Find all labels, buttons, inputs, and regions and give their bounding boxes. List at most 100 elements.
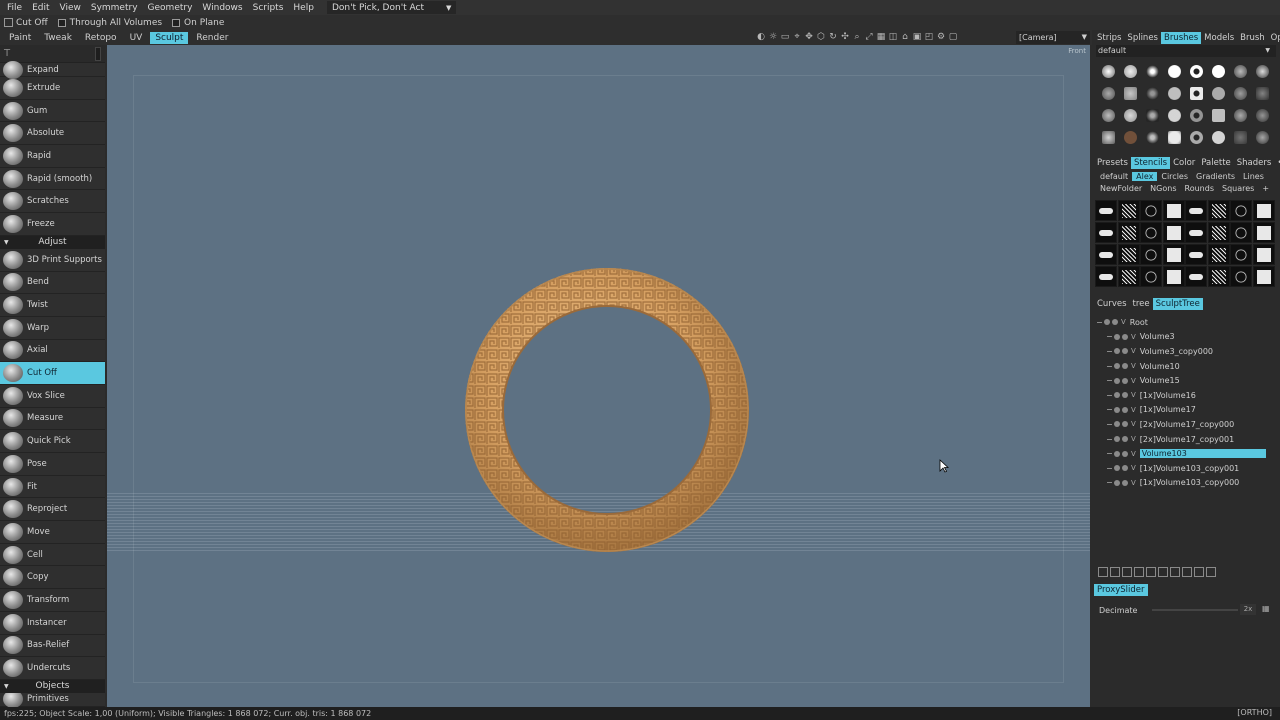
- tab-models[interactable]: Models: [1201, 32, 1237, 44]
- brush-thumbnail[interactable]: [1164, 61, 1184, 81]
- stencil-thumbnail[interactable]: [1117, 222, 1140, 243]
- eye-icon[interactable]: [1114, 363, 1120, 370]
- tool-instancer[interactable]: Instancer: [0, 611, 105, 635]
- visibility-icon[interactable]: [1122, 333, 1128, 340]
- brush-thumbnail[interactable]: [1186, 61, 1206, 81]
- tool-move[interactable]: Move: [0, 521, 105, 544]
- tab-palette[interactable]: Palette: [1198, 157, 1233, 169]
- move-up-icon[interactable]: [1170, 567, 1180, 577]
- tool-quick-pick[interactable]: Quick Pick: [0, 430, 105, 453]
- brush-thumbnail[interactable]: [1252, 83, 1272, 103]
- stencil-thumbnail[interactable]: [1140, 266, 1162, 287]
- tree-node[interactable]: V [1x]Volume16: [1092, 388, 1280, 403]
- instance-icon[interactable]: [1146, 567, 1156, 577]
- visibility-icon[interactable]: [1122, 436, 1128, 443]
- folder-item[interactable]: +: [1258, 184, 1273, 193]
- stencil-thumbnail[interactable]: [1117, 266, 1140, 287]
- visibility-icon[interactable]: [1122, 406, 1128, 413]
- ortho-icon[interactable]: ◫: [887, 31, 899, 43]
- stencil-thumbnail[interactable]: [1207, 266, 1230, 287]
- folder-squares[interactable]: Squares: [1218, 184, 1258, 193]
- home-icon[interactable]: ⌂: [899, 31, 911, 43]
- clone-icon[interactable]: [1158, 567, 1168, 577]
- tab-render[interactable]: Render: [191, 32, 233, 44]
- ring-model[interactable]: [462, 265, 752, 555]
- tool-cell[interactable]: Cell: [0, 543, 105, 567]
- eye-icon[interactable]: [1104, 319, 1110, 326]
- eye-icon[interactable]: [1114, 465, 1120, 472]
- eye-icon[interactable]: [1114, 392, 1120, 399]
- brush-thumbnail[interactable]: [1164, 105, 1184, 125]
- window-icon[interactable]: ▢: [947, 31, 959, 43]
- tool-fit[interactable]: Fit: [0, 475, 105, 499]
- tree-node[interactable]: V Volume103: [1092, 446, 1280, 461]
- stencil-thumbnail[interactable]: [1252, 200, 1275, 221]
- tool-rapid[interactable]: Rapid: [0, 145, 105, 168]
- stencil-thumbnail[interactable]: [1095, 200, 1117, 221]
- tool-absolute[interactable]: Absolute: [0, 122, 105, 146]
- tab-strips[interactable]: Strips: [1094, 32, 1124, 44]
- tab-splines[interactable]: Splines: [1124, 32, 1161, 44]
- tree-node[interactable]: V [1x]Volume103_copy000: [1092, 476, 1280, 491]
- add-volume-icon[interactable]: [1098, 567, 1108, 577]
- visibility-icon[interactable]: [1122, 348, 1128, 355]
- tab-uv[interactable]: UV: [125, 32, 148, 44]
- tool-3d-print-supports[interactable]: 3D Print Supports: [0, 248, 105, 272]
- stencil-thumbnail[interactable]: [1162, 222, 1185, 243]
- tab-brush[interactable]: Brush: [1237, 32, 1268, 44]
- tab-color[interactable]: Color: [1170, 157, 1198, 169]
- brush-thumbnail[interactable]: [1252, 105, 1272, 125]
- tool-bas-relief[interactable]: Bas-Relief: [0, 634, 105, 658]
- visibility-icon[interactable]: [1122, 421, 1128, 428]
- orbit-icon[interactable]: ↻: [827, 31, 839, 43]
- light-icon[interactable]: ☼: [767, 31, 779, 43]
- visibility-icon[interactable]: [1122, 465, 1128, 472]
- file-icon[interactable]: [1194, 567, 1204, 577]
- menu-help[interactable]: Help: [288, 3, 319, 13]
- brush-thumbnail[interactable]: [1098, 127, 1118, 147]
- camera-select[interactable]: [Camera] ▼: [1016, 31, 1090, 44]
- stencil-thumbnail[interactable]: [1117, 200, 1140, 221]
- folder-rounds[interactable]: Rounds: [1181, 184, 1218, 193]
- tool-bend[interactable]: Bend: [0, 271, 105, 295]
- tool-twist[interactable]: Twist: [0, 294, 105, 317]
- visibility-icon[interactable]: [1122, 377, 1128, 384]
- tool-gum[interactable]: Gum: [0, 99, 105, 123]
- menu-scripts[interactable]: Scripts: [248, 3, 289, 13]
- menu-file[interactable]: File: [2, 3, 27, 13]
- tree-node[interactable]: V [1x]Volume103_copy001: [1092, 461, 1280, 476]
- stencil-thumbnail[interactable]: [1140, 244, 1162, 265]
- duplicate-icon[interactable]: [1110, 567, 1120, 577]
- eye-icon[interactable]: [1114, 421, 1120, 428]
- brush-thumbnail[interactable]: [1142, 61, 1162, 81]
- tool-expand[interactable]: Expand: [0, 60, 105, 79]
- tab-sculpt[interactable]: Sculpt: [150, 31, 189, 44]
- brush-thumbnail[interactable]: [1208, 127, 1228, 147]
- stencil-thumbnail[interactable]: [1207, 222, 1230, 243]
- tool-rapid-smooth[interactable]: Rapid (smooth): [0, 167, 105, 191]
- brush-thumbnail[interactable]: [1252, 127, 1272, 147]
- tool-warp[interactable]: Warp: [0, 316, 105, 340]
- 3d-viewport[interactable]: Front: [107, 45, 1090, 707]
- stencil-thumbnail[interactable]: [1230, 244, 1252, 265]
- menu-edit[interactable]: Edit: [27, 3, 54, 13]
- frame-icon[interactable]: ▭: [779, 31, 791, 43]
- stencil-thumbnail[interactable]: [1207, 244, 1230, 265]
- tool-pose[interactable]: Pose: [0, 453, 105, 476]
- stencil-thumbnail[interactable]: [1095, 244, 1117, 265]
- tree-node[interactable]: V [2x]Volume17_copy001: [1092, 432, 1280, 447]
- folder-alex[interactable]: Alex: [1132, 171, 1158, 181]
- stencil-thumbnail[interactable]: [1185, 222, 1207, 243]
- pick-mode-select[interactable]: Don't Pick, Don't Act ▼: [326, 1, 457, 14]
- brush-thumbnail[interactable]: [1164, 127, 1184, 147]
- stencil-thumbnail[interactable]: [1117, 244, 1140, 265]
- stencil-thumbnail[interactable]: [1140, 222, 1162, 243]
- tab-tweak[interactable]: Tweak: [39, 32, 77, 44]
- folder-icon[interactable]: [1122, 567, 1132, 577]
- on-plane-checkbox[interactable]: On Plane: [172, 18, 224, 28]
- brush-thumbnail[interactable]: [1120, 105, 1140, 125]
- brush-thumbnail[interactable]: [1208, 61, 1228, 81]
- stencil-thumbnail[interactable]: [1185, 244, 1207, 265]
- stencil-thumbnail[interactable]: [1162, 200, 1185, 221]
- tab-paint[interactable]: Paint: [4, 32, 36, 44]
